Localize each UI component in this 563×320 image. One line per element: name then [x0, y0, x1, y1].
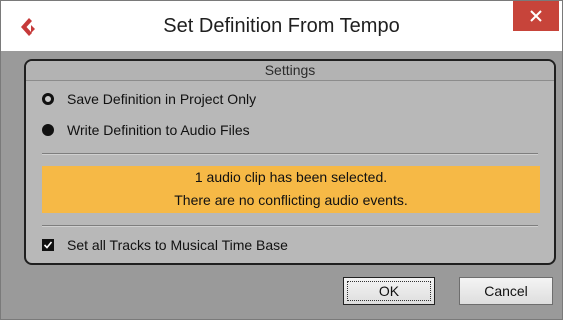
title-bar: Set Definition From Tempo	[1, 1, 562, 51]
window-title: Set Definition From Tempo	[163, 15, 400, 37]
radio-selected-icon[interactable]	[42, 124, 54, 136]
option-save-in-project-label: Save Definition in Project Only	[67, 91, 257, 107]
checkbox-checked-icon[interactable]	[42, 239, 54, 251]
option-write-to-audio-files-label: Write Definition to Audio Files	[67, 122, 250, 138]
info-line-selected: 1 audio clip has been selected.	[194, 169, 388, 185]
option-save-in-project[interactable]: Save Definition in Project Only	[42, 91, 256, 107]
dialog-window: Set Definition From Tempo Settings Save …	[0, 0, 563, 320]
cancel-button[interactable]: Cancel	[459, 277, 553, 305]
checkbox-musical-time-base[interactable]: Set all Tracks to Musical Time Base	[42, 237, 288, 253]
radio-unselected-icon[interactable]	[42, 93, 54, 105]
focus-ring	[347, 281, 431, 301]
cancel-button-label: Cancel	[484, 283, 528, 299]
option-write-to-audio-files[interactable]: Write Definition to Audio Files	[42, 122, 250, 138]
settings-group: Settings Save Definition in Project Only…	[24, 59, 556, 265]
info-line-conflicts: There are no conflicting audio events.	[174, 192, 408, 208]
divider	[42, 153, 538, 155]
close-icon	[530, 10, 542, 22]
divider	[42, 225, 538, 227]
settings-group-title: Settings	[26, 61, 554, 81]
info-banner: 1 audio clip has been selected. There ar…	[42, 166, 540, 213]
close-button[interactable]	[513, 1, 559, 31]
ok-button[interactable]: OK	[343, 277, 435, 305]
checkbox-musical-time-base-label: Set all Tracks to Musical Time Base	[67, 237, 288, 253]
